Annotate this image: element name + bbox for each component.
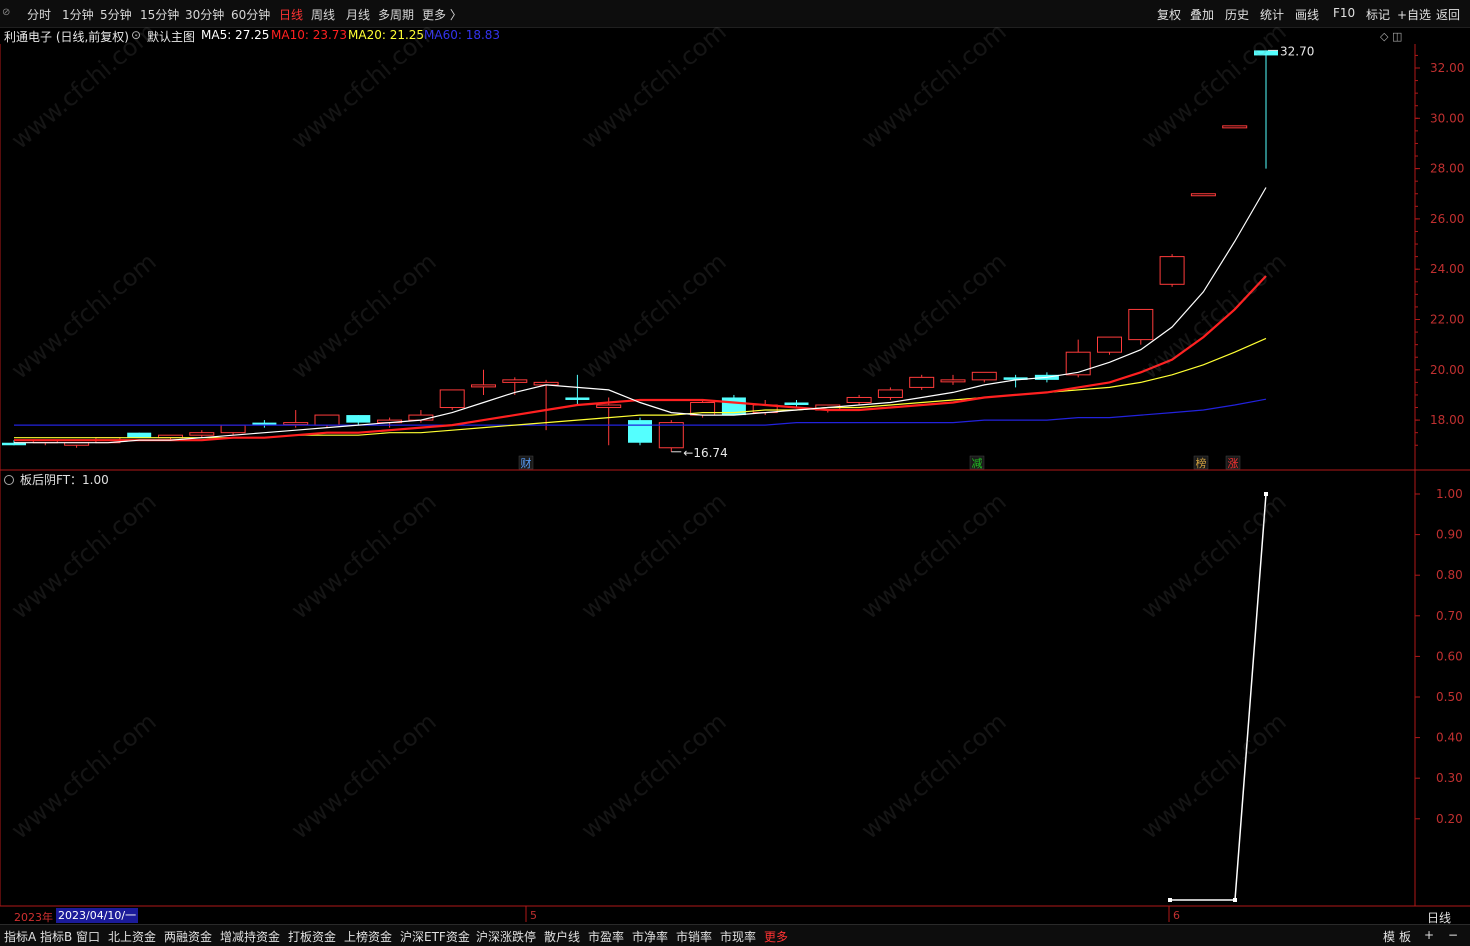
candle-body-up <box>1159 256 1185 285</box>
watermark: www.cfchi.com <box>286 707 442 844</box>
bottom-tab-0[interactable]: 指标A <box>4 928 36 945</box>
price-tick-label: 26.00 <box>1430 212 1464 226</box>
watermark: www.cfchi.com <box>286 487 442 624</box>
event-marker: 涨 <box>1228 457 1239 470</box>
candle-body-up <box>189 432 215 436</box>
indicator-tick-label: 0.20 <box>1436 812 1463 826</box>
bottom-tab-6[interactable]: 打板资金 <box>288 928 336 945</box>
bottom-tab-8[interactable]: 沪深ETF资金 <box>400 928 470 945</box>
bottom-right-control-2[interactable]: + <box>1424 928 1434 942</box>
event-marker: 财 <box>521 456 532 470</box>
event-marker: 减 <box>972 457 983 470</box>
candle-body-up <box>971 371 997 381</box>
candle-body-down <box>784 402 809 406</box>
price-tick-label: 20.00 <box>1430 363 1464 377</box>
watermark: www.cfchi.com <box>1136 487 1292 624</box>
candle-body-up <box>940 379 966 383</box>
candle-body-up <box>1222 125 1248 129</box>
watermark: www.cfchi.com <box>286 247 442 384</box>
bottom-tab-15[interactable]: 更多 <box>764 928 788 945</box>
bottom-tab-bar: 指标A 指标B 窗口 北上资金 两融资金 增减持资金 打板资金 上榜资金 沪深ETF资金 沪深涨跌… <box>0 924 1470 946</box>
candle-body-up <box>909 376 935 388</box>
bottom-tab-3[interactable]: 北上资金 <box>108 928 156 945</box>
candle-body-down <box>565 397 590 400</box>
indicator-point <box>1233 898 1237 902</box>
bottom-tab-13[interactable]: 市销率 <box>676 928 712 945</box>
watermark: www.cfchi.com <box>1136 247 1292 384</box>
watermark: www.cfchi.com <box>856 247 1012 384</box>
event-marker: 榜 <box>1196 456 1207 470</box>
watermark: www.cfchi.com <box>6 17 162 154</box>
bottom-tab-1[interactable]: 指标B <box>40 928 72 945</box>
indicator-tick-label: 0.40 <box>1436 731 1463 745</box>
bottom-tab-4[interactable]: 两融资金 <box>164 928 212 945</box>
watermark: www.cfchi.com <box>576 17 732 154</box>
indicator-tick-label: 1.00 <box>1436 487 1463 501</box>
indicator-point <box>1168 898 1172 902</box>
candle-body-down <box>346 415 371 423</box>
candle-body-up <box>439 389 465 409</box>
indicator-tick-label: 0.50 <box>1436 690 1463 704</box>
month-label: 5 <box>530 909 537 922</box>
candle-body-up <box>1128 308 1154 341</box>
watermark: www.cfchi.com <box>6 487 162 624</box>
indicator-tick-label: 0.30 <box>1436 771 1463 785</box>
candle-body-up <box>658 422 684 449</box>
indicator-tick-label: 0.80 <box>1436 568 1463 582</box>
price-tick-label: 24.00 <box>1430 262 1464 276</box>
bottom-tab-7[interactable]: 上榜资金 <box>344 928 392 945</box>
bottom-tab-9[interactable]: 沪深涨跌停 <box>476 928 536 945</box>
price-tick-label: 22.00 <box>1430 313 1464 327</box>
x-axis-year: 2023年 <box>14 911 53 924</box>
candle-body-up <box>220 424 246 434</box>
bottom-right-control-3[interactable]: − <box>1448 928 1458 942</box>
candle-body-up <box>502 379 528 383</box>
watermark: www.cfchi.com <box>856 707 1012 844</box>
price-tick-label: 28.00 <box>1430 162 1464 176</box>
candle-body-up <box>283 422 309 426</box>
bottom-right-control-0[interactable]: 模 <box>1383 928 1395 945</box>
high-label: 32.70 <box>1280 44 1314 58</box>
bottom-tab-10[interactable]: 散户线 <box>544 928 580 945</box>
indicator-menu-icon <box>4 475 14 485</box>
candle-body-up <box>314 414 340 426</box>
candle-body-down <box>628 420 652 443</box>
indicator-tick-label: 0.60 <box>1436 649 1463 663</box>
chart-canvas[interactable]: 32.00 30.00 28.00 26.00 24.00 22.00 20.00 18.00… <box>0 0 1470 946</box>
candle-body-up <box>1065 351 1091 376</box>
watermark: www.cfchi.com <box>6 247 162 384</box>
indicator-label: 板后阴FT：1.00 <box>20 473 109 487</box>
low-label: ←16.74 <box>683 446 727 460</box>
price-tick-label: 18.00 <box>1430 413 1464 427</box>
candle-body-up <box>846 396 872 403</box>
bottom-tab-11[interactable]: 市盈率 <box>588 928 624 945</box>
indicator-tick-label: 0.70 <box>1436 609 1463 623</box>
candle-body-up <box>1190 193 1216 197</box>
watermark: www.cfchi.com <box>856 17 1012 154</box>
candle-body-down <box>127 432 152 438</box>
candle-body-up <box>1097 336 1122 353</box>
candle-body-up <box>471 384 496 388</box>
cursor-date: 2023/04/10/一 <box>56 908 139 923</box>
watermark: www.cfchi.com <box>6 707 162 844</box>
indicator-tick-label: 0.90 <box>1436 528 1463 542</box>
bottom-tab-12[interactable]: 市净率 <box>632 928 668 945</box>
bottom-tab-2[interactable]: 窗口 <box>76 928 100 945</box>
watermark: www.cfchi.com <box>856 487 1012 624</box>
bottom-right-control-1[interactable]: 板 <box>1399 928 1411 945</box>
price-tick-label: 30.00 <box>1430 111 1464 125</box>
watermark: www.cfchi.com <box>1136 707 1292 844</box>
month-label: 6 <box>1173 909 1180 922</box>
watermark: www.cfchi.com <box>1136 17 1292 154</box>
candle-body-up <box>596 404 622 409</box>
candle-body-up <box>877 389 903 398</box>
price-tick-label: 32.00 <box>1430 61 1464 75</box>
bottom-tab-5[interactable]: 增减持资金 <box>220 928 280 945</box>
watermark: www.cfchi.com <box>286 17 442 154</box>
bottom-tab-14[interactable]: 市现率 <box>720 928 756 945</box>
watermark: www.cfchi.com <box>576 247 732 384</box>
watermark: www.cfchi.com <box>576 487 732 624</box>
watermark: www.cfchi.com <box>576 707 732 844</box>
